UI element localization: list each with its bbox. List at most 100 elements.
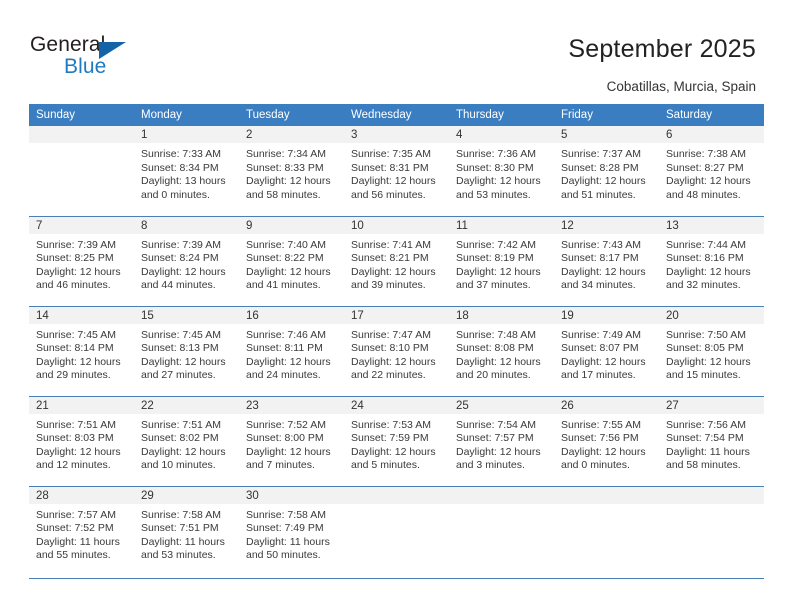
calendar-body: 1 Sunrise: 7:33 AM Sunset: 8:34 PM Daylight… <box>29 126 764 576</box>
calendar-day-cell[interactable]: 15 Sunrise: 7:45 AM Sunset: 8:13 PM Dayligh… <box>134 305 239 396</box>
daylight-duration-line1: Daylight: 12 hours <box>561 265 646 278</box>
daylight-duration-line1: Daylight: 12 hours <box>561 445 646 458</box>
sunrise-time: Sunrise: 7:52 AM <box>246 418 326 431</box>
calendar-day-cell[interactable]: 6 Sunrise: 7:38 AM Sunset: 8:27 PM Daylight… <box>659 126 764 216</box>
calendar-day-cell[interactable]: 19 Sunrise: 7:49 AM Sunset: 8:07 PM Dayligh… <box>554 305 659 396</box>
day-number: 21 <box>29 396 134 414</box>
weekday-header-monday: Monday <box>134 104 239 126</box>
day-cell-details: Sunrise: 7:48 AM Sunset: 8:08 PM Daylight:… <box>449 324 554 383</box>
daylight-duration-line1: Daylight: 12 hours <box>246 175 331 188</box>
daylight-duration-line1: Daylight: 12 hours <box>666 265 751 278</box>
calendar-week-row: 28 Sunrise: 7:57 AM Sunset: 7:52 PM Dayligh… <box>29 485 764 576</box>
day-number: 14 <box>29 306 134 324</box>
calendar-day-cell[interactable]: 11 Sunrise: 7:42 AM Sunset: 8:19 PM Dayligh… <box>449 215 554 306</box>
sunrise-time: Sunrise: 7:56 AM <box>666 418 746 431</box>
day-cell-details: Sunrise: 7:57 AM Sunset: 7:52 PM Daylight:… <box>29 504 134 563</box>
calendar-day-cell[interactable]: 3 Sunrise: 7:35 AM Sunset: 8:31 PM Daylight… <box>344 126 449 216</box>
sunset-time: Sunset: 8:16 PM <box>666 252 744 265</box>
calendar-day-cell[interactable]: 28 Sunrise: 7:57 AM Sunset: 7:52 PM Dayligh… <box>29 485 134 576</box>
day-number: 22 <box>134 396 239 414</box>
daylight-duration-line1: Daylight: 12 hours <box>351 445 436 458</box>
calendar-day-cell[interactable]: 10 Sunrise: 7:41 AM Sunset: 8:21 PM Dayligh… <box>344 215 449 306</box>
daylight-duration-line2: and 37 minutes. <box>456 279 531 292</box>
sunset-time: Sunset: 8:19 PM <box>456 252 534 265</box>
sunrise-time: Sunrise: 7:57 AM <box>36 508 116 521</box>
calendar-day-cell[interactable]: 4 Sunrise: 7:36 AM Sunset: 8:30 PM Daylight… <box>449 126 554 216</box>
day-number: 11 <box>449 216 554 234</box>
calendar-day-cell[interactable]: 14 Sunrise: 7:45 AM Sunset: 8:14 PM Dayligh… <box>29 305 134 396</box>
calendar-day-cell[interactable]: 30 Sunrise: 7:58 AM Sunset: 7:49 PM Dayligh… <box>239 485 344 576</box>
day-number: 24 <box>344 396 449 414</box>
daylight-duration-line2: and 44 minutes. <box>141 279 216 292</box>
calendar-grid: Sunday Monday Tuesday Wednesday Thursday… <box>29 104 764 576</box>
calendar-day-cell-empty <box>449 485 554 576</box>
daylight-duration-line1: Daylight: 13 hours <box>141 175 226 188</box>
daylight-duration-line2: and 27 minutes. <box>141 369 216 382</box>
day-cell-details: Sunrise: 7:39 AM Sunset: 8:24 PM Daylight:… <box>134 234 239 293</box>
calendar-day-cell[interactable]: 16 Sunrise: 7:46 AM Sunset: 8:11 PM Dayligh… <box>239 305 344 396</box>
calendar-day-cell[interactable]: 20 Sunrise: 7:50 AM Sunset: 8:05 PM Dayligh… <box>659 305 764 396</box>
daylight-duration-line1: Daylight: 12 hours <box>351 175 436 188</box>
day-number: 15 <box>134 306 239 324</box>
calendar-day-cell[interactable]: 7 Sunrise: 7:39 AM Sunset: 8:25 PM Daylight… <box>29 215 134 306</box>
calendar-day-cell[interactable]: 26 Sunrise: 7:55 AM Sunset: 7:56 PM Dayligh… <box>554 395 659 486</box>
general-blue-logo: General Blue <box>30 33 170 85</box>
daylight-duration-line1: Daylight: 11 hours <box>36 535 120 548</box>
calendar-day-cell[interactable]: 18 Sunrise: 7:48 AM Sunset: 8:08 PM Dayligh… <box>449 305 554 396</box>
daylight-duration-line1: Daylight: 12 hours <box>246 355 331 368</box>
day-number <box>29 126 134 143</box>
calendar-day-cell[interactable]: 1 Sunrise: 7:33 AM Sunset: 8:34 PM Daylight… <box>134 126 239 216</box>
logo-text-general: General <box>30 33 106 56</box>
calendar-day-cell[interactable]: 8 Sunrise: 7:39 AM Sunset: 8:24 PM Daylight… <box>134 215 239 306</box>
day-cell-details: Sunrise: 7:51 AM Sunset: 8:03 PM Daylight:… <box>29 414 134 473</box>
calendar-table: Sunday Monday Tuesday Wednesday Thursday… <box>29 104 764 576</box>
weekday-header-friday: Friday <box>554 104 659 126</box>
calendar-day-cell[interactable]: 25 Sunrise: 7:54 AM Sunset: 7:57 PM Dayligh… <box>449 395 554 486</box>
calendar-day-cell[interactable]: 27 Sunrise: 7:56 AM Sunset: 7:54 PM Dayligh… <box>659 395 764 486</box>
sunset-time: Sunset: 8:10 PM <box>351 342 429 355</box>
calendar-week-row: 1 Sunrise: 7:33 AM Sunset: 8:34 PM Daylight… <box>29 126 764 216</box>
daylight-duration-line2: and 20 minutes. <box>456 369 531 382</box>
day-cell-details: Sunrise: 7:58 AM Sunset: 7:51 PM Daylight:… <box>134 504 239 563</box>
calendar-day-cell[interactable]: 29 Sunrise: 7:58 AM Sunset: 7:51 PM Dayligh… <box>134 485 239 576</box>
calendar-day-cell[interactable]: 22 Sunrise: 7:51 AM Sunset: 8:02 PM Dayligh… <box>134 395 239 486</box>
daylight-duration-line1: Daylight: 12 hours <box>666 355 751 368</box>
calendar-day-cell-empty <box>344 485 449 576</box>
sunset-time: Sunset: 7:56 PM <box>561 432 639 445</box>
calendar-day-cell[interactable]: 12 Sunrise: 7:43 AM Sunset: 8:17 PM Dayligh… <box>554 215 659 306</box>
day-cell-details: Sunrise: 7:34 AM Sunset: 8:33 PM Daylight:… <box>239 143 344 202</box>
sunrise-time: Sunrise: 7:37 AM <box>561 148 641 160</box>
calendar-day-cell[interactable]: 2 Sunrise: 7:34 AM Sunset: 8:33 PM Daylight… <box>239 126 344 216</box>
daylight-duration-line2: and 34 minutes. <box>561 279 636 292</box>
day-cell-details: Sunrise: 7:43 AM Sunset: 8:17 PM Daylight:… <box>554 234 659 293</box>
calendar-day-cell[interactable]: 9 Sunrise: 7:40 AM Sunset: 8:22 PM Daylight… <box>239 215 344 306</box>
sunset-time: Sunset: 8:05 PM <box>666 342 744 355</box>
sunset-time: Sunset: 8:25 PM <box>36 252 114 265</box>
calendar-day-cell[interactable]: 23 Sunrise: 7:52 AM Sunset: 8:00 PM Dayligh… <box>239 395 344 486</box>
sunrise-time: Sunrise: 7:54 AM <box>456 418 536 431</box>
daylight-duration-line1: Daylight: 12 hours <box>456 445 541 458</box>
sunset-time: Sunset: 8:28 PM <box>561 161 639 174</box>
day-number <box>449 486 554 504</box>
calendar-day-cell[interactable]: 13 Sunrise: 7:44 AM Sunset: 8:16 PM Dayligh… <box>659 215 764 306</box>
calendar-day-cell[interactable]: 17 Sunrise: 7:47 AM Sunset: 8:10 PM Dayligh… <box>344 305 449 396</box>
day-cell-details: Sunrise: 7:40 AM Sunset: 8:22 PM Daylight:… <box>239 234 344 293</box>
sunset-time: Sunset: 8:31 PM <box>351 161 429 174</box>
sunrise-time: Sunrise: 7:35 AM <box>351 148 431 160</box>
day-number: 12 <box>554 216 659 234</box>
sunrise-time: Sunrise: 7:40 AM <box>246 238 326 251</box>
day-cell-details: Sunrise: 7:44 AM Sunset: 8:16 PM Daylight:… <box>659 234 764 293</box>
sunrise-time: Sunrise: 7:58 AM <box>141 508 221 521</box>
sunrise-time: Sunrise: 7:45 AM <box>36 328 116 341</box>
calendar-day-cell[interactable]: 24 Sunrise: 7:53 AM Sunset: 7:59 PM Dayligh… <box>344 395 449 486</box>
sunset-time: Sunset: 8:33 PM <box>246 161 324 174</box>
day-number: 29 <box>134 486 239 504</box>
day-cell-details: Sunrise: 7:39 AM Sunset: 8:25 PM Daylight:… <box>29 234 134 293</box>
sunset-time: Sunset: 8:27 PM <box>666 161 744 174</box>
day-number: 8 <box>134 216 239 234</box>
sunset-time: Sunset: 8:02 PM <box>141 432 219 445</box>
daylight-duration-line1: Daylight: 12 hours <box>456 175 541 188</box>
calendar-day-cell-empty <box>659 485 764 576</box>
calendar-day-cell[interactable]: 21 Sunrise: 7:51 AM Sunset: 8:03 PM Dayligh… <box>29 395 134 486</box>
calendar-day-cell[interactable]: 5 Sunrise: 7:37 AM Sunset: 8:28 PM Daylight… <box>554 126 659 216</box>
